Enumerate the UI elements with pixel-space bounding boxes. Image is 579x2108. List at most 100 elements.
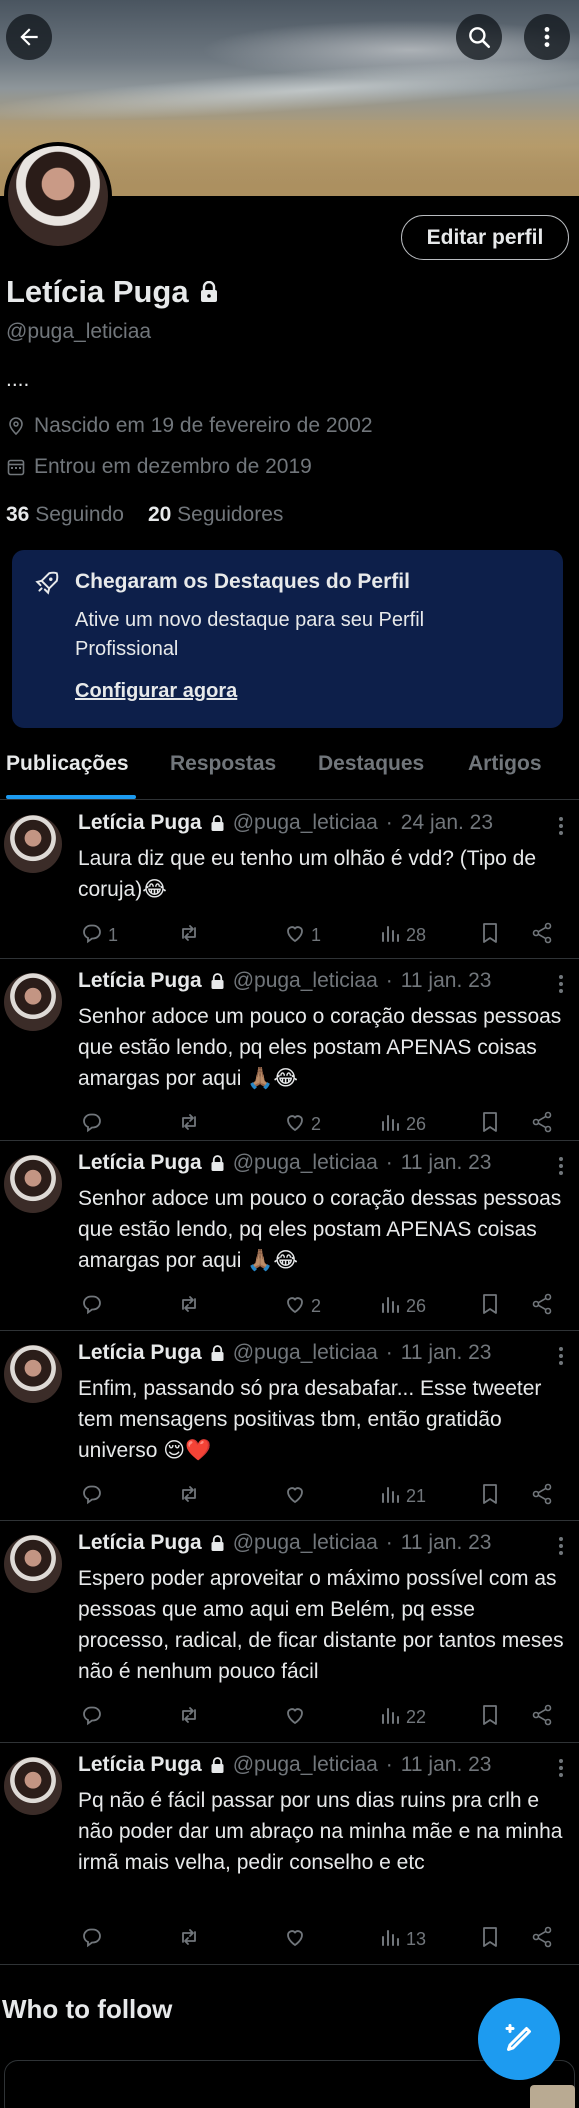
bookmark-icon (478, 921, 502, 950)
retweet-button[interactable] (177, 1110, 205, 1139)
birth-date-text: Nascido em 19 de fevereiro de 2002 (34, 414, 373, 437)
bookmark-button[interactable] (478, 1703, 502, 1732)
bookmark-button[interactable] (478, 1925, 502, 1954)
tweet-more-icon[interactable] (559, 817, 565, 838)
tweet[interactable]: Letícia Puga @puga_leticiaa · 11 jan. 23… (0, 959, 579, 1141)
tweet[interactable]: Letícia Puga @puga_leticiaa · 24 jan. 23… (0, 801, 579, 959)
lock-icon (211, 1154, 224, 1171)
separator-dot: · (385, 1341, 393, 1364)
tweet-author-name[interactable]: Letícia Puga (78, 969, 202, 993)
retweet-button[interactable] (177, 1703, 205, 1732)
tweet[interactable]: Letícia Puga @puga_leticiaa · 11 jan. 23… (0, 1331, 579, 1521)
tweet-author-name[interactable]: Letícia Puga (78, 1341, 202, 1365)
edit-profile-button[interactable]: Editar perfil (401, 215, 569, 260)
birth-date: Nascido em 19 de fevereiro de 2002 (6, 414, 373, 438)
compose-button[interactable] (478, 1998, 560, 2080)
reply-button[interactable] (80, 1482, 108, 1511)
tweet-date[interactable]: 11 jan. 23 (401, 1151, 492, 1175)
tweet-actions: 22 (78, 1703, 563, 1731)
reply-button[interactable] (80, 1925, 108, 1954)
tweet-author-handle[interactable]: @puga_leticiaa (233, 1753, 378, 1777)
tweet-date[interactable]: 11 jan. 23 (401, 1531, 492, 1555)
tweet-more-icon[interactable] (559, 1537, 565, 1558)
tweet-date[interactable]: 11 jan. 23 (401, 969, 492, 993)
reply-button[interactable] (80, 1703, 108, 1732)
tweet-more-icon[interactable] (559, 1347, 565, 1368)
tweet-avatar[interactable] (4, 1345, 62, 1403)
reply-icon (80, 1925, 104, 1954)
like-button[interactable]: 1 (283, 921, 321, 950)
tweet-actions: 21 (78, 1482, 563, 1510)
tweet-author-handle[interactable]: @puga_leticiaa (233, 1531, 378, 1555)
more-button[interactable] (524, 14, 570, 60)
retweet-button[interactable] (177, 1482, 205, 1511)
views-button[interactable]: 26 (378, 1292, 426, 1321)
share-button[interactable] (530, 1703, 554, 1732)
tweet-avatar[interactable] (4, 973, 62, 1031)
reply-button[interactable] (80, 1292, 108, 1321)
like-button[interactable]: 2 (283, 1110, 321, 1139)
reply-button[interactable]: 1 (80, 921, 118, 950)
views-button[interactable]: 26 (378, 1110, 426, 1139)
tweet-avatar[interactable] (4, 1535, 62, 1593)
retweet-button[interactable] (177, 1925, 205, 1954)
like-button[interactable] (283, 1925, 311, 1954)
views-icon (378, 1110, 402, 1139)
tweet-avatar[interactable] (4, 815, 62, 873)
reply-count: 1 (108, 925, 119, 945)
tab-publicacoes[interactable]: Publicações (6, 752, 129, 776)
tweet-author-handle[interactable]: @puga_leticiaa (233, 1341, 378, 1365)
like-button[interactable] (283, 1482, 311, 1511)
tweet-more-icon[interactable] (559, 975, 565, 996)
bookmark-button[interactable] (478, 1482, 502, 1511)
views-button[interactable]: 21 (378, 1482, 426, 1511)
retweet-button[interactable] (177, 921, 205, 950)
tweet-author-handle[interactable]: @puga_leticiaa (233, 811, 378, 835)
tweet-author-name[interactable]: Letícia Puga (78, 1531, 202, 1555)
tweet-author-name[interactable]: Letícia Puga (78, 1753, 202, 1777)
tab-destaques[interactable]: Destaques (318, 752, 424, 776)
tweet-date[interactable]: 24 jan. 23 (401, 811, 493, 835)
tweet-author-name[interactable]: Letícia Puga (78, 1151, 202, 1175)
tweet[interactable]: Letícia Puga @puga_leticiaa · 11 jan. 23… (0, 1743, 579, 1965)
tweet[interactable]: Letícia Puga @puga_leticiaa · 11 jan. 23… (0, 1141, 579, 1331)
share-button[interactable] (530, 1482, 554, 1511)
tweet-author-handle[interactable]: @puga_leticiaa (233, 969, 378, 993)
tweet-avatar[interactable] (4, 1757, 62, 1815)
views-button[interactable]: 13 (378, 1925, 426, 1954)
profile-avatar[interactable] (4, 142, 112, 250)
views-icon (378, 1703, 402, 1732)
reply-button[interactable] (80, 1110, 108, 1139)
bookmark-button[interactable] (478, 1110, 502, 1139)
tab-respostas[interactable]: Respostas (170, 752, 276, 776)
views-button[interactable]: 28 (378, 921, 426, 950)
tweet-more-icon[interactable] (559, 1759, 565, 1780)
tweet-avatar[interactable] (4, 1155, 62, 1213)
following-link[interactable]: 36 Seguindo (6, 503, 124, 527)
bookmark-button[interactable] (478, 1292, 502, 1321)
search-button[interactable] (456, 14, 502, 60)
tweet-author-name[interactable]: Letícia Puga (78, 811, 202, 835)
bookmark-button[interactable] (478, 921, 502, 950)
retweet-icon (177, 1110, 201, 1139)
share-button[interactable] (530, 1925, 554, 1954)
tweet-author-handle[interactable]: @puga_leticiaa (233, 1151, 378, 1175)
share-button[interactable] (530, 921, 554, 950)
back-button[interactable] (6, 14, 52, 60)
share-button[interactable] (530, 1110, 554, 1139)
tweet[interactable]: Letícia Puga @puga_leticiaa · 11 jan. 23… (0, 1521, 579, 1743)
tweet-date[interactable]: 11 jan. 23 (401, 1341, 492, 1365)
followers-link[interactable]: 20 Seguidores (148, 503, 283, 527)
like-button[interactable] (283, 1703, 311, 1732)
promo-title: Chegaram os Destaques do Perfil (75, 570, 410, 593)
retweet-button[interactable] (177, 1292, 205, 1321)
lock-icon (211, 1756, 224, 1773)
tweet-date[interactable]: 11 jan. 23 (401, 1753, 492, 1777)
share-button[interactable] (530, 1292, 554, 1321)
tweet-more-icon[interactable] (559, 1157, 565, 1178)
configure-now-link[interactable]: Configurar agora (75, 680, 237, 703)
tab-artigos[interactable]: Artigos (468, 752, 542, 776)
profile-handle: @puga_leticiaa (6, 320, 152, 343)
like-button[interactable]: 2 (283, 1292, 321, 1321)
views-button[interactable]: 22 (378, 1703, 426, 1732)
